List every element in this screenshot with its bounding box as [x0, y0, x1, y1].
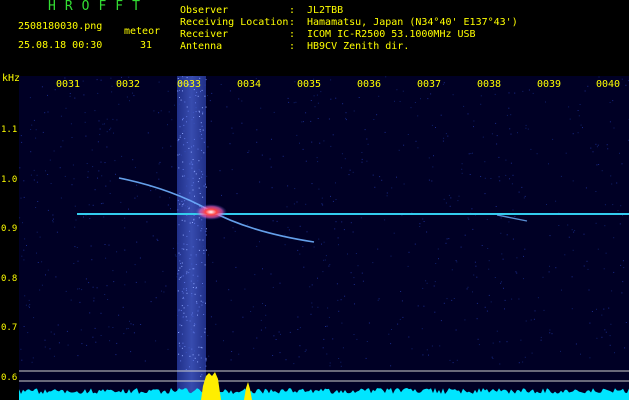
info-separator: :	[289, 29, 296, 40]
info-key: Observer	[180, 5, 229, 16]
info-row-observer: Observer : JL2TBB	[180, 5, 343, 17]
wideband-burst	[177, 76, 206, 400]
info-value: HB9CV Zenith dir.	[307, 41, 410, 52]
x-tick-label: 0036	[356, 79, 382, 90]
signal-baseline	[19, 388, 629, 400]
image-filename: 2508180030.png	[18, 21, 103, 32]
x-tick-label: 0032	[115, 79, 141, 90]
noise-layer	[19, 76, 629, 367]
info-row-receiver: Receiver : ICOM IC-R2500 53.1000MHz USB	[180, 29, 476, 41]
info-separator: :	[289, 5, 296, 16]
x-tick-label: 0031	[55, 79, 81, 90]
spectrogram-plot	[19, 76, 629, 400]
x-tick-label: 0034	[236, 79, 262, 90]
capture-datetime: 25.08.18 00:30	[18, 40, 103, 51]
info-separator: :	[289, 41, 296, 52]
app-title: HROFFT	[48, 0, 149, 14]
y-tick-label: 1.0	[1, 175, 18, 185]
info-value: Hamamatsu, Japan (N34°40' E137°43')	[307, 17, 518, 28]
x-tick-label: 0038	[476, 79, 502, 90]
x-tick-label: 0035	[296, 79, 322, 90]
info-key: Antenna	[180, 41, 223, 52]
spectrogram-canvas	[19, 76, 629, 400]
frequency-unit-label: kHz	[2, 73, 21, 84]
info-value: ICOM IC-R2500 53.1000MHz USB	[307, 29, 476, 40]
meteor-count-value: 31	[140, 40, 153, 51]
x-tick-label: 0037	[416, 79, 442, 90]
y-tick-label: 0.8	[1, 274, 18, 284]
info-key: Receiving Location	[180, 17, 289, 28]
y-tick-label: 0.6	[1, 373, 18, 383]
hrofft-screen: HROFFT 2508180030.png 25.08.18 00:30 met…	[0, 0, 629, 400]
info-value: JL2TBB	[307, 5, 344, 16]
x-tick-label: 0033	[176, 79, 202, 90]
info-row-antenna: Antenna : HB9CV Zenith dir.	[180, 41, 409, 53]
y-tick-label: 0.9	[1, 224, 18, 234]
meteor-head	[195, 204, 227, 220]
y-tick-label: 0.7	[1, 323, 18, 333]
y-tick-label: 1.1	[1, 125, 18, 135]
meteor-count-label: meteor	[124, 26, 161, 37]
info-key: Receiver	[180, 29, 229, 40]
info-row-location: Receiving Location : Hamamatsu, Japan (N…	[180, 17, 518, 29]
x-tick-label: 0039	[536, 79, 562, 90]
x-tick-label: 0040	[595, 79, 621, 90]
info-separator: :	[289, 17, 296, 28]
